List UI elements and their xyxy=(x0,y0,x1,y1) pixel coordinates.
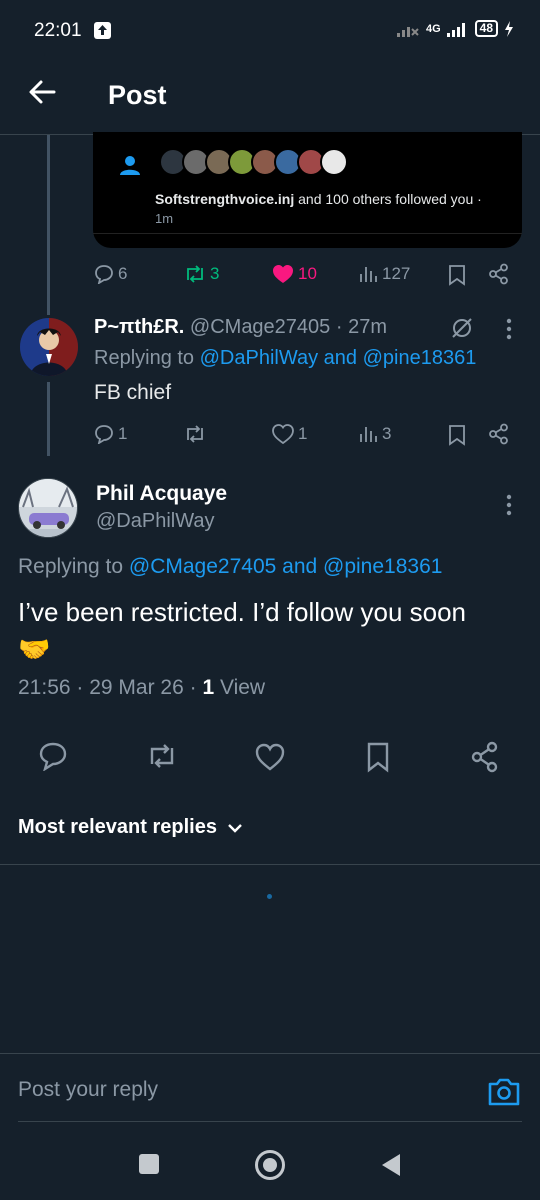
divider xyxy=(18,1121,522,1122)
post-timestamp: 21:56 · 29 Mar 26 · xyxy=(18,676,203,699)
person-icon xyxy=(119,154,141,181)
analytics-icon xyxy=(360,267,377,282)
page-title: Post xyxy=(108,80,167,110)
reply-count: 1 xyxy=(118,424,128,443)
nav-back-icon[interactable] xyxy=(380,1152,402,1183)
avatar[interactable] xyxy=(20,318,78,376)
heart-icon xyxy=(272,424,294,444)
recents-button[interactable] xyxy=(139,1154,159,1174)
bookmark-icon[interactable] xyxy=(447,424,467,451)
reply-author-name[interactable]: P~πth£R. xyxy=(94,316,184,338)
more-options-icon[interactable] xyxy=(506,318,512,345)
network-type: 4G xyxy=(425,22,441,35)
status-time: 22:01 xyxy=(34,20,82,41)
replying-to-users[interactable]: @CMage27405 and @pine18361 xyxy=(129,555,443,578)
post-meta: 21:56 · 29 Mar 26 · 1 View xyxy=(18,676,265,700)
post-author-handle[interactable]: @DaPhilWay xyxy=(96,510,214,533)
reply-input[interactable]: Post your reply xyxy=(18,1078,158,1102)
follow-notification-text: Softstrengthvoice.inj and 100 others fol… xyxy=(155,191,482,207)
post-view-label: View xyxy=(214,676,266,699)
replying-to-users[interactable]: @DaPhilWay and @pine18361 xyxy=(200,347,477,369)
loading-indicator xyxy=(267,894,272,899)
reply-button[interactable]: 1 xyxy=(94,424,127,444)
view-count: 3 xyxy=(382,424,392,443)
upload-notification-icon xyxy=(94,22,111,39)
like-button[interactable]: 1 xyxy=(272,424,307,444)
like-count: 1 xyxy=(298,424,308,443)
reply-button[interactable]: 6 xyxy=(94,264,127,284)
follower-name: Softstrengthvoice.inj xyxy=(155,191,295,207)
reply-icon xyxy=(95,265,113,284)
thread-line xyxy=(47,382,50,456)
bookmark-icon[interactable] xyxy=(447,264,467,291)
no-signal-icon xyxy=(396,26,419,37)
header: Post xyxy=(0,60,540,135)
bookmark-icon[interactable] xyxy=(365,741,391,778)
camera-icon[interactable] xyxy=(487,1076,521,1113)
notification-time: 1m xyxy=(155,211,174,226)
embedded-notification-card[interactable]: Softstrengthvoice.inj and 100 others fol… xyxy=(93,132,522,248)
view-count: 127 xyxy=(382,264,411,283)
replies-sort-label: Most relevant replies xyxy=(18,816,217,838)
grok-icon[interactable] xyxy=(450,316,474,345)
repost-count: 3 xyxy=(210,264,220,283)
signal-icon xyxy=(446,22,465,37)
share-icon[interactable] xyxy=(469,741,501,778)
thread-line xyxy=(47,135,50,315)
status-icons: 4G 48 xyxy=(396,20,514,37)
share-icon[interactable] xyxy=(488,263,510,290)
more-options-icon[interactable] xyxy=(506,494,512,521)
repost-button[interactable]: 3 xyxy=(184,264,219,284)
reply-icon[interactable] xyxy=(38,741,68,776)
reply-icon xyxy=(95,425,113,444)
home-button[interactable] xyxy=(255,1150,285,1180)
status-bar: 22:01 4G 48 xyxy=(0,0,540,60)
post-text: I’ve been restricted. I’d follow you soo… xyxy=(18,597,467,627)
replying-prefix: Replying to xyxy=(18,555,129,578)
replying-to: Replying to @DaPhilWay and @pine18361 xyxy=(94,347,476,370)
reply-count: 6 xyxy=(118,264,128,283)
like-count: 10 xyxy=(298,264,317,283)
handshake-emoji: 🤝 xyxy=(18,634,51,664)
views-button[interactable]: 127 xyxy=(358,264,410,284)
divider xyxy=(0,1053,540,1054)
reply-author-handle[interactable]: @CMage27405 xyxy=(190,316,330,338)
separator: · xyxy=(330,316,349,338)
like-button[interactable]: 10 xyxy=(272,264,317,284)
charging-icon xyxy=(505,20,513,37)
repost-icon[interactable] xyxy=(146,742,178,775)
battery-icon: 48 xyxy=(474,20,498,37)
reply-author-line: P~πth£R. @CMage27405 · 27m xyxy=(94,316,387,339)
avatar xyxy=(320,148,348,176)
replying-to: Replying to @CMage27405 and @pine18361 xyxy=(18,555,442,579)
follower-avatars xyxy=(159,148,348,176)
repost-icon[interactable] xyxy=(184,424,206,449)
reply-text: FB chief xyxy=(94,381,172,404)
views-button[interactable]: 3 xyxy=(358,424,391,444)
analytics-icon xyxy=(360,427,377,442)
chevron-down-icon xyxy=(228,823,242,833)
share-icon[interactable] xyxy=(488,423,510,450)
post-author-name[interactable]: Phil Acquaye xyxy=(96,482,227,506)
avatar[interactable] xyxy=(18,478,78,538)
heart-filled-icon xyxy=(273,265,293,283)
post-view-count: 1 xyxy=(202,676,215,699)
repost-icon xyxy=(187,265,203,283)
reply-time: 27m xyxy=(348,316,387,338)
replying-prefix: Replying to xyxy=(94,347,200,369)
arrow-left-icon[interactable] xyxy=(28,78,56,111)
divider xyxy=(93,233,522,234)
divider xyxy=(0,864,540,865)
heart-icon[interactable] xyxy=(255,743,285,776)
follow-text: and 100 others followed you · xyxy=(294,191,482,207)
replies-sort-dropdown[interactable]: Most relevant replies xyxy=(18,816,243,839)
